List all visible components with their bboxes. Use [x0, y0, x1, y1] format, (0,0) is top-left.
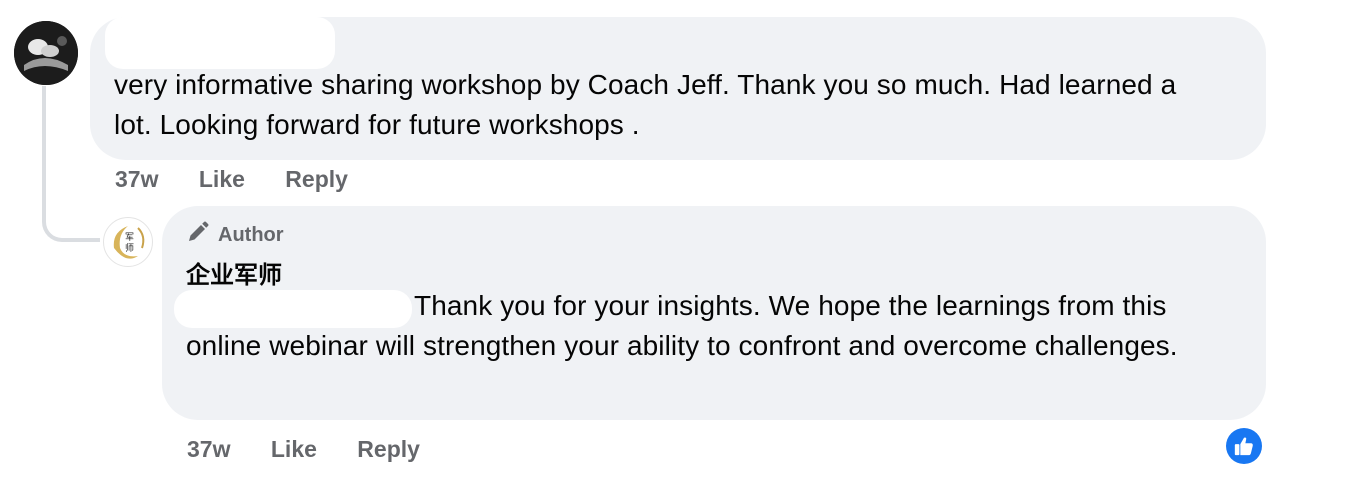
svg-text:军: 军	[125, 232, 134, 243]
reply-bubble: Author 企业军师 Thank you for your insights.…	[162, 206, 1266, 420]
reply-reply-button[interactable]: Reply	[357, 436, 420, 462]
pencil-icon	[186, 220, 210, 250]
redacted-commenter-name	[105, 17, 335, 69]
commenter-avatar-image	[14, 21, 78, 85]
comment-like-button[interactable]: Like	[199, 166, 245, 192]
page-logo-avatar[interactable]: 军 师	[103, 217, 153, 267]
reply-author-name[interactable]: 企业军师	[186, 255, 282, 290]
reply-timestamp[interactable]: 37w	[187, 436, 230, 462]
page-logo-image: 军 师	[105, 219, 151, 265]
author-badge-label: Author	[218, 223, 284, 246]
commenter-avatar[interactable]	[14, 21, 78, 85]
comment-bubble: very informative sharing workshop by Coa…	[90, 17, 1266, 160]
reply-actions: 37w Like Reply	[187, 436, 454, 463]
comment-timestamp[interactable]: 37w	[115, 166, 158, 192]
svg-text:师: 师	[125, 242, 134, 254]
reply-like-button[interactable]: Like	[271, 436, 317, 462]
author-badge: Author	[186, 220, 284, 250]
comment-text: very informative sharing workshop by Coa…	[114, 69, 1177, 140]
like-thumb-icon[interactable]	[1226, 428, 1262, 464]
comment-reply-button[interactable]: Reply	[285, 166, 348, 192]
reply-text: Thank you for your insights. We hope the…	[186, 290, 1178, 361]
comment-actions: 37w Like Reply	[115, 166, 382, 193]
